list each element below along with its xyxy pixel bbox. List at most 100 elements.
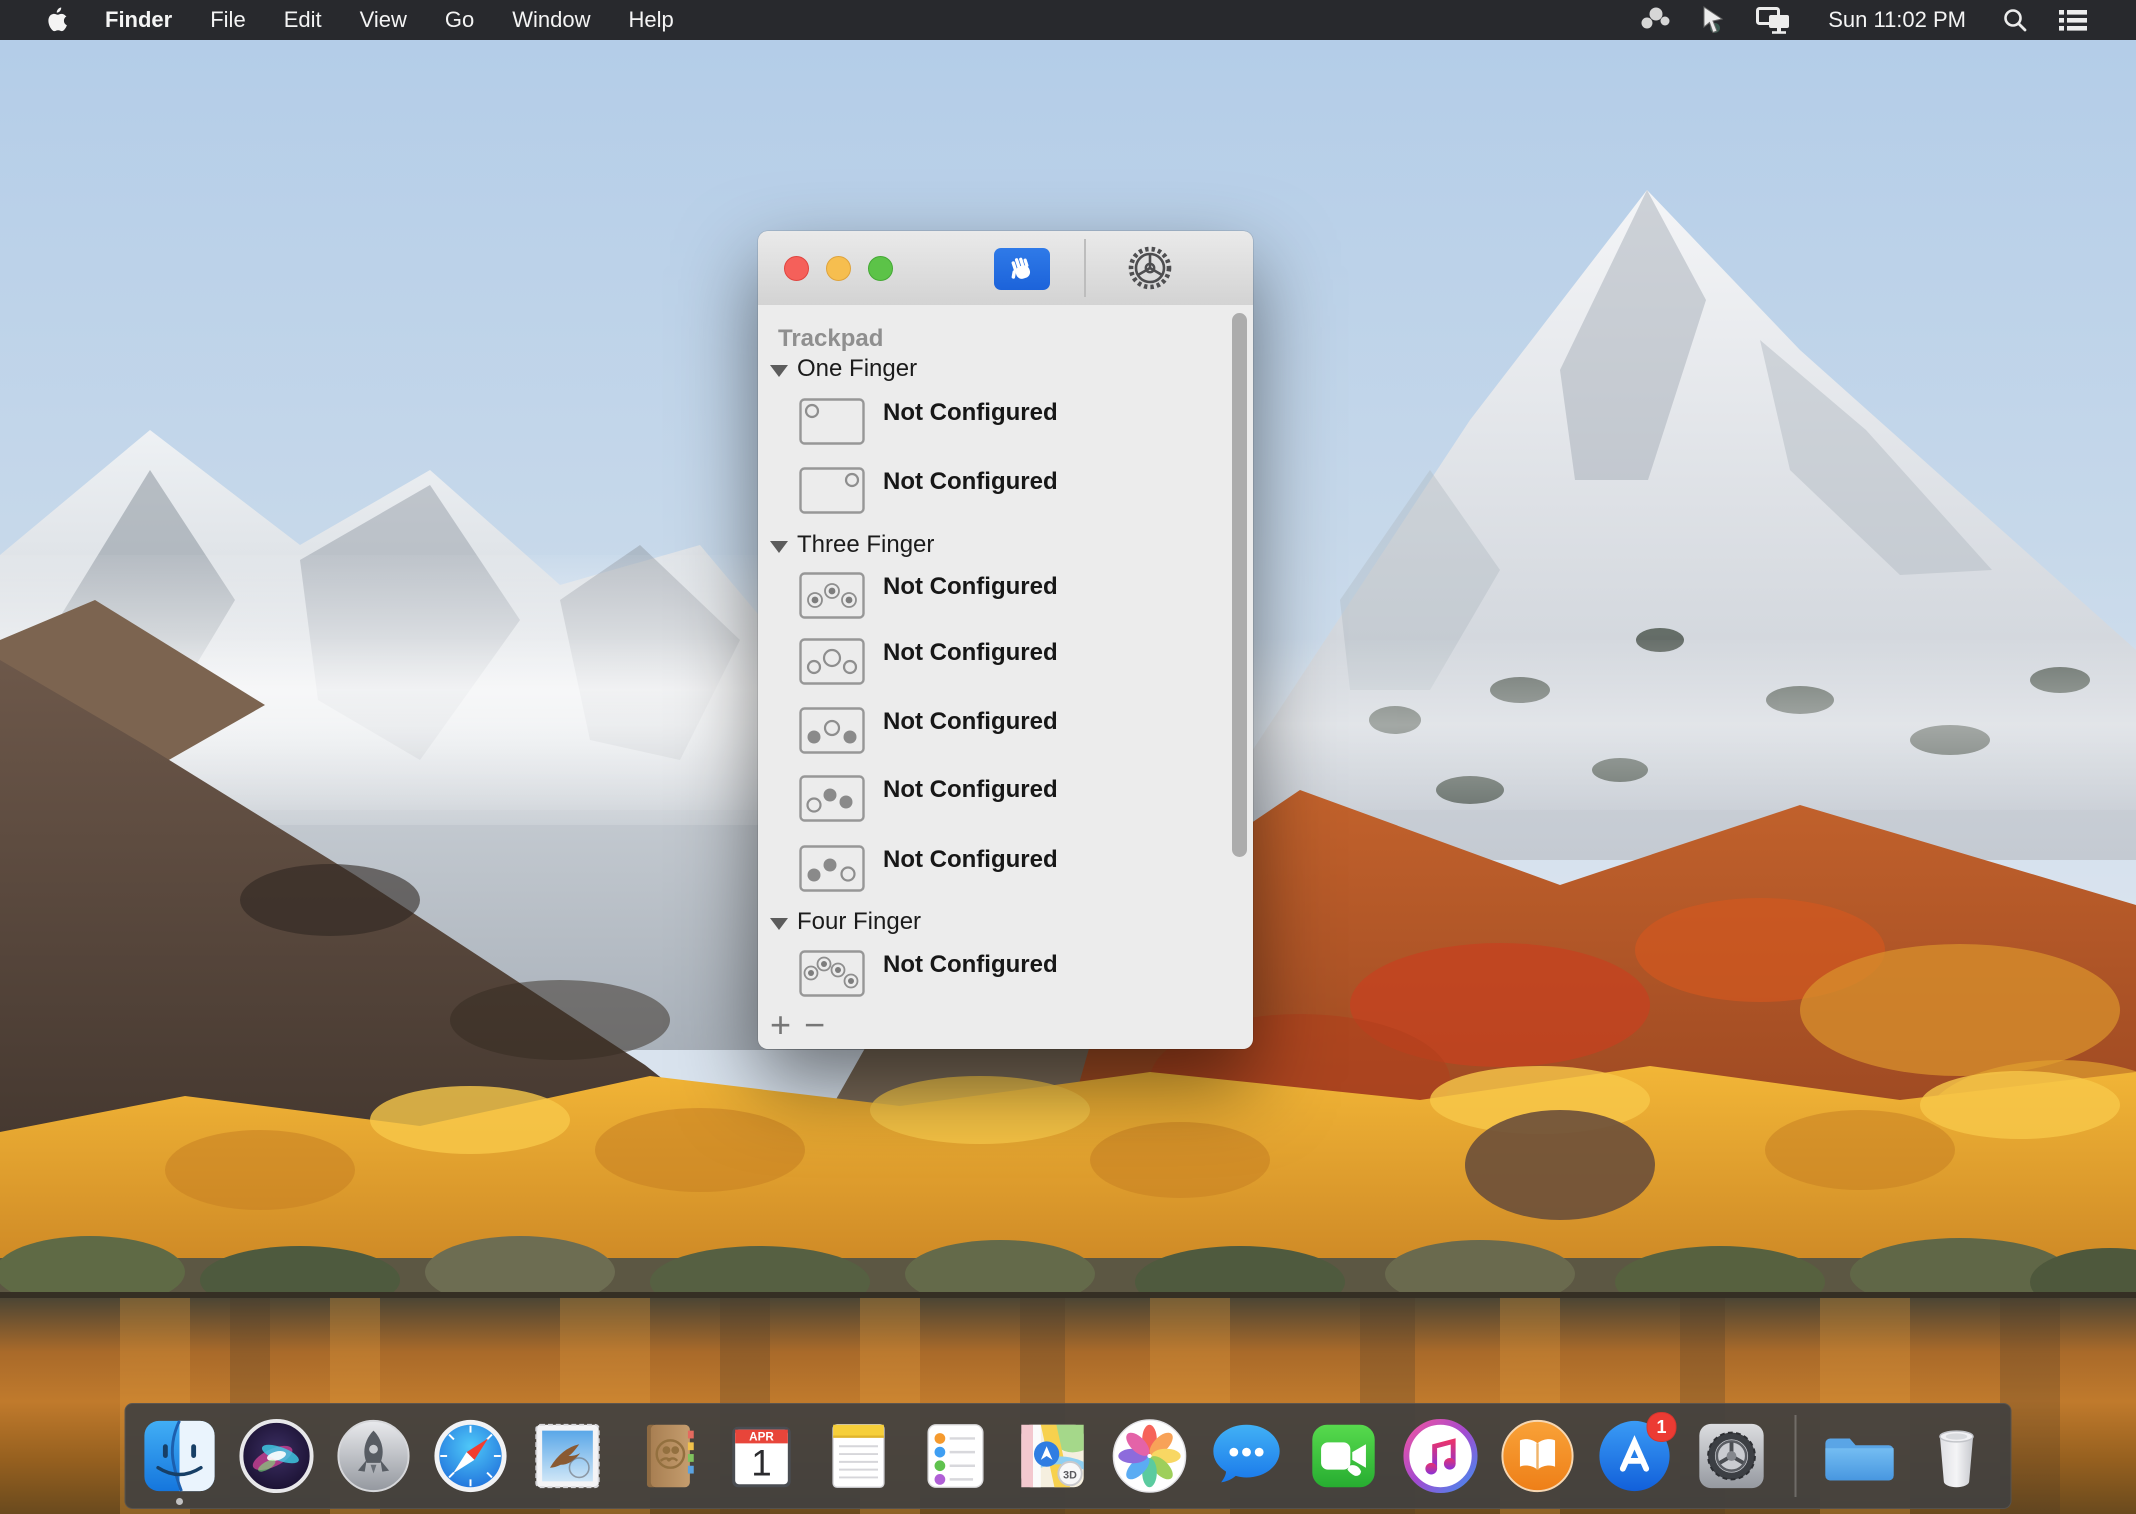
dock-downloads-folder[interactable] [1820,1416,1900,1496]
gesture-row[interactable]: Not Configured [799,398,1058,445]
scrollbar-thumb[interactable] [1232,313,1247,857]
notes-icon [820,1417,898,1495]
contacts-icon [626,1417,704,1495]
gesture-action-label: Not Configured [883,951,1058,979]
svg-text:3D: 3D [1063,1469,1077,1481]
menu-window[interactable]: Window [493,0,609,40]
trackpad-top-right-corner-icon [799,467,865,514]
dock-system-preferences[interactable] [1692,1416,1772,1496]
finder-icon [141,1417,219,1495]
itunes-icon [1402,1417,1480,1495]
disclosure-triangle-icon[interactable] [770,918,788,930]
dock-app-store[interactable]: 1 [1595,1416,1675,1496]
list-edit-buttons: + − [770,1007,825,1043]
dock-maps[interactable]: 3D [1013,1416,1093,1496]
minimize-button[interactable] [826,256,851,281]
gesture-action-label: Not Configured [883,639,1058,667]
zoom-button[interactable] [868,256,893,281]
dock-notes[interactable] [819,1416,899,1496]
menu-view[interactable]: View [341,0,426,40]
dock-messages[interactable] [1207,1416,1287,1496]
dock-contacts[interactable] [625,1416,705,1496]
gesture-row[interactable]: Not Configured [799,707,1058,754]
books-icon [1499,1417,1577,1495]
list-title: Trackpad [778,325,883,353]
dock-calendar[interactable]: APR 1 [722,1416,802,1496]
gesture-row[interactable]: Not Configured [799,467,1058,514]
dock-separator [1795,1415,1797,1497]
photos-icon [1111,1417,1189,1495]
safari-icon [432,1417,510,1495]
search-icon [2002,7,2028,33]
traffic-lights [784,231,893,305]
close-button[interactable] [784,256,809,281]
spotlight-search[interactable] [2002,7,2028,33]
dock-finder[interactable] [140,1416,220,1496]
messages-icon [1208,1417,1286,1495]
disclosure-triangle-icon[interactable] [770,365,788,377]
toolbar-trackpad-tab[interactable] [994,248,1050,290]
mail-icon [529,1417,607,1495]
displays-icon [1756,6,1792,34]
toolbar-settings-tab[interactable] [1126,244,1174,292]
trash-icon [1918,1417,1996,1495]
reminders-icon [917,1417,995,1495]
dock-safari[interactable] [431,1416,511,1496]
three-finger-left-click-icon [799,845,865,892]
section-label: One Finger [797,355,917,383]
apple-menu[interactable] [28,7,86,33]
gesture-action-label: Not Configured [883,776,1058,804]
dock: APR 1 [125,1403,2012,1509]
menu-edit[interactable]: Edit [265,0,341,40]
gesture-row[interactable]: Not Configured [799,845,1058,892]
menu-bar-status: Sun 11:02 PM [1640,6,2136,34]
pointer-status[interactable] [1700,6,1726,34]
gesture-action-label: Not Configured [883,708,1058,736]
gesture-row[interactable]: Not Configured [799,950,1058,997]
menu-clock[interactable]: Sun 11:02 PM [1822,7,1972,33]
running-indicator [176,1498,183,1505]
menu-app-name[interactable]: Finder [86,0,191,40]
system-preferences-icon [1693,1417,1771,1495]
launchpad-icon [335,1417,413,1495]
notification-center[interactable] [2058,8,2088,32]
dock-photos[interactable] [1110,1416,1190,1496]
folder-icon [1821,1417,1899,1495]
gesture-action-label: Not Configured [883,573,1058,601]
add-gesture-button[interactable]: + [770,1007,791,1043]
dock-siri[interactable] [237,1416,317,1496]
gear-icon [1126,244,1174,292]
gesture-dots-icon [1640,6,1670,34]
section-four-finger[interactable]: Four Finger [770,908,921,936]
gesture-app-status[interactable] [1640,6,1670,34]
menu-file[interactable]: File [191,0,264,40]
dock-facetime[interactable] [1304,1416,1384,1496]
app-store-badge: 1 [1647,1412,1677,1442]
three-finger-outer-click-icon [799,707,865,754]
three-finger-right-click-icon [799,775,865,822]
section-three-finger[interactable]: Three Finger [770,531,934,559]
menu-help[interactable]: Help [610,0,693,40]
toolbar-separator [1084,239,1086,297]
dock-books[interactable] [1498,1416,1578,1496]
dock-itunes[interactable] [1401,1416,1481,1496]
gesture-list: Trackpad One Finger Not Configured Not C… [758,305,1253,1049]
dock-reminders[interactable] [916,1416,996,1496]
dock-mail[interactable] [528,1416,608,1496]
dock-launchpad[interactable] [334,1416,414,1496]
section-one-finger[interactable]: One Finger [770,355,917,383]
calendar-icon: APR 1 [723,1417,801,1495]
gesture-row[interactable]: Not Configured [799,638,1058,685]
menu-go[interactable]: Go [426,0,493,40]
trackpad-top-left-corner-icon [799,398,865,445]
section-label: Four Finger [797,908,921,936]
gesture-row[interactable]: Not Configured [799,572,1058,619]
gesture-settings-window: Trackpad One Finger Not Configured Not C… [758,231,1253,1049]
disclosure-triangle-icon[interactable] [770,541,788,553]
displays-status[interactable] [1756,6,1792,34]
gesture-action-label: Not Configured [883,468,1058,496]
dock-trash[interactable] [1917,1416,1997,1496]
gesture-row[interactable]: Not Configured [799,775,1058,822]
remove-gesture-button[interactable]: − [804,1007,825,1043]
window-titlebar[interactable] [758,231,1253,306]
